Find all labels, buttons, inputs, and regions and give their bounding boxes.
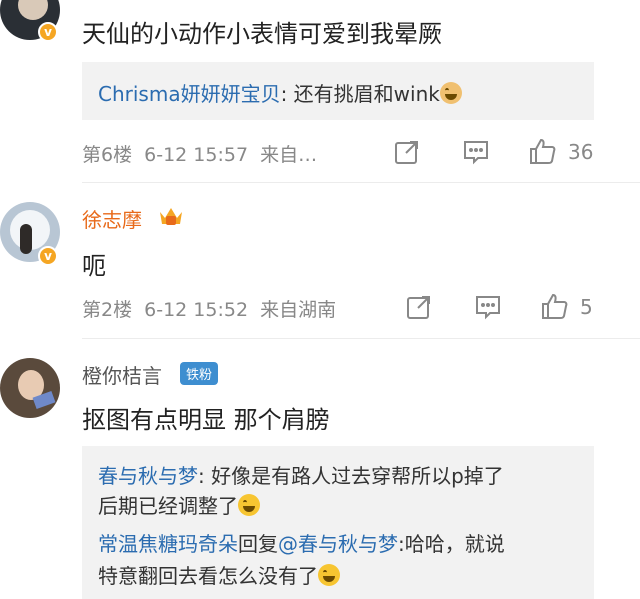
emoji-icon [318,564,340,586]
divider [82,182,640,183]
reply-username[interactable]: 春与秋与梦 [98,464,198,488]
comment-icon[interactable] [462,139,490,165]
reply-username[interactable]: Chrisma妍妍妍宝贝 [98,82,281,106]
reply-username[interactable]: 常温焦糖玛奇朵 [98,532,238,556]
mention-link[interactable]: @春与秋与梦 [278,532,398,556]
comment-source: 来自… [260,144,318,166]
divider [82,338,640,339]
reply-line: 常温焦糖玛奇朵回复@春与秋与梦:哈哈，就说 [98,528,505,557]
floor-number: 第6楼 [82,144,133,166]
comment-source: 来自湖南 [260,299,337,321]
reply-line: 特意翻回去看怎么没有了 [98,560,340,589]
comment-text: 呃 [82,252,106,280]
verified-icon: v [38,22,58,42]
emoji-icon [439,82,462,104]
comment-meta: 第6楼 6-12 15:57 来自… [82,140,317,167]
crown-icon [158,204,184,228]
comment-time: 6-12 15:57 [144,144,249,166]
reply-text: : 还有挑眉和wink [280,82,440,106]
floor-number: 第2楼 [82,299,133,321]
like-count: 5 [580,295,593,319]
username[interactable]: 徐志摩 [82,204,142,233]
comment-meta: 第2楼 6-12 15:52 来自湖南 [82,295,336,322]
avatar[interactable] [0,358,60,418]
like-icon[interactable] [528,137,556,165]
reply-line: 后期已经调整了 [98,490,260,519]
share-icon[interactable] [394,139,420,165]
like-icon[interactable] [540,292,568,320]
reply-line: 春与秋与梦: 好像是有路人过去穿帮所以p掉了 [98,460,504,489]
comment-icon[interactable] [474,294,502,320]
reply-line: Chrisma妍妍妍宝贝: 还有挑眉和wink [98,78,462,107]
reply-text: : 好像是有路人过去穿帮所以p掉了 [198,464,504,488]
reply-text: 特意翻回去看怎么没有了 [98,564,318,588]
comment-text: 抠图有点明显 那个肩膀 [82,406,330,434]
comment-time: 6-12 15:52 [144,299,249,321]
reply-box[interactable]: Chrisma妍妍妍宝贝: 还有挑眉和wink [82,62,594,120]
reply-text: 后期已经调整了 [98,494,238,518]
reply-text: :哈哈，就说 [398,532,505,556]
username[interactable]: 橙你桔言 [82,360,162,389]
reply-label: 回复 [238,532,278,556]
like-count: 36 [568,140,594,164]
reply-box[interactable]: 春与秋与梦: 好像是有路人过去穿帮所以p掉了 后期已经调整了 常温焦糖玛奇朵回复… [82,446,594,599]
fan-badge: 铁粉 [180,362,219,385]
comment-text: 天仙的小动作小表情可爱到我晕厥 [82,20,442,48]
emoji-icon [238,494,260,516]
verified-icon: v [38,246,58,266]
share-icon[interactable] [406,294,432,320]
